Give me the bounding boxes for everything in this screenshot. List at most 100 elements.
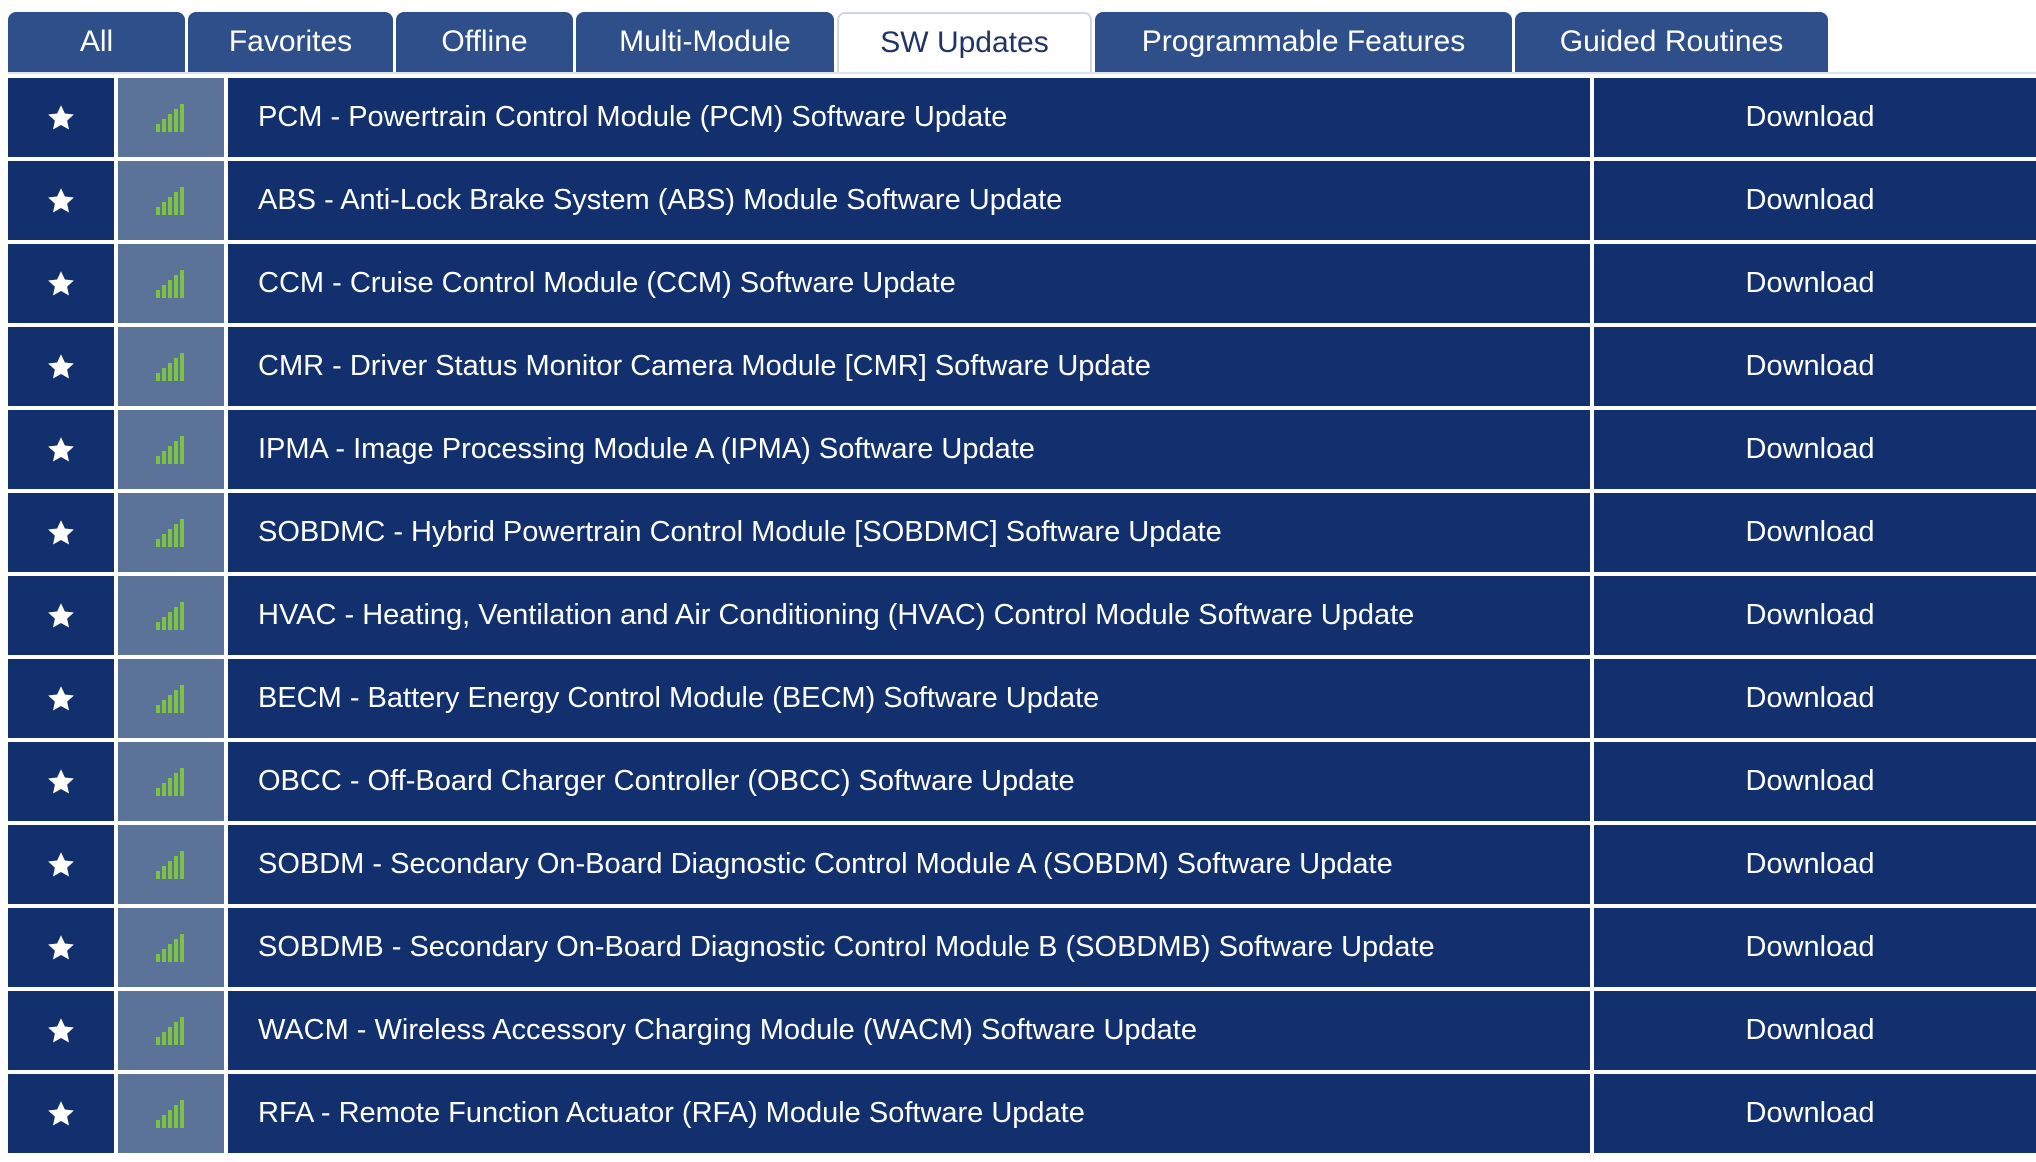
download-button[interactable]: Download [1594,991,2036,1070]
table-row[interactable]: CCM - Cruise Control Module (CCM) Softwa… [8,244,2036,323]
download-button[interactable]: Download [1594,908,2036,987]
connectivity-cell [118,493,224,572]
connectivity-cell [118,576,224,655]
download-button[interactable]: Download [1594,825,2036,904]
download-button[interactable]: Download [1594,576,2036,655]
favorite-toggle[interactable] [8,825,114,904]
star-icon [46,518,76,548]
table-row[interactable]: SOBDM - Secondary On-Board Diagnostic Co… [8,825,2036,904]
signal-strength-icon [156,1099,186,1128]
star-icon [46,103,76,133]
tab-programmable-features[interactable]: Programmable Features [1095,12,1512,72]
module-update-name: SOBDM - Secondary On-Board Diagnostic Co… [228,825,1590,904]
download-button[interactable]: Download [1594,742,2036,821]
module-update-name: RFA - Remote Function Actuator (RFA) Mod… [228,1074,1590,1153]
software-update-table: PCM - Powertrain Control Module (PCM) So… [8,78,2036,1157]
signal-strength-icon [156,269,186,298]
download-button[interactable]: Download [1594,659,2036,738]
connectivity-cell [118,410,224,489]
module-update-name: SOBDMC - Hybrid Powertrain Control Modul… [228,493,1590,572]
tab-all[interactable]: All [8,12,185,72]
tab-bar: All Favorites Offline Multi-Module SW Up… [8,12,1831,72]
table-row[interactable]: OBCC - Off-Board Charger Controller (OBC… [8,742,2036,821]
module-update-name: IPMA - Image Processing Module A (IPMA) … [228,410,1590,489]
connectivity-cell [118,991,224,1070]
star-icon [46,269,76,299]
table-row[interactable]: BECM - Battery Energy Control Module (BE… [8,659,2036,738]
star-icon [46,1016,76,1046]
download-button[interactable]: Download [1594,410,2036,489]
favorite-toggle[interactable] [8,742,114,821]
module-update-name: CCM - Cruise Control Module (CCM) Softwa… [228,244,1590,323]
favorite-toggle[interactable] [8,327,114,406]
favorite-toggle[interactable] [8,991,114,1070]
favorite-toggle[interactable] [8,493,114,572]
signal-strength-icon [156,352,186,381]
favorite-toggle[interactable] [8,1074,114,1153]
download-button[interactable]: Download [1594,161,2036,240]
signal-strength-icon [156,186,186,215]
connectivity-cell [118,1074,224,1153]
tab-sw-updates[interactable]: SW Updates [837,12,1092,72]
tab-guided-routines[interactable]: Guided Routines [1515,12,1828,72]
table-row[interactable]: PCM - Powertrain Control Module (PCM) So… [8,78,2036,157]
download-button[interactable]: Download [1594,327,2036,406]
favorite-toggle[interactable] [8,244,114,323]
tab-multi-module[interactable]: Multi-Module [576,12,834,72]
module-update-name: CMR - Driver Status Monitor Camera Modul… [228,327,1590,406]
favorite-toggle[interactable] [8,410,114,489]
module-update-name: BECM - Battery Energy Control Module (BE… [228,659,1590,738]
download-button[interactable]: Download [1594,78,2036,157]
star-icon [46,601,76,631]
table-row[interactable]: WACM - Wireless Accessory Charging Modul… [8,991,2036,1070]
download-button[interactable]: Download [1594,1074,2036,1153]
signal-strength-icon [156,1016,186,1045]
table-row[interactable]: IPMA - Image Processing Module A (IPMA) … [8,410,2036,489]
signal-strength-icon [156,518,186,547]
tab-favorites[interactable]: Favorites [188,12,393,72]
favorite-toggle[interactable] [8,576,114,655]
star-icon [46,933,76,963]
connectivity-cell [118,742,224,821]
star-icon [46,850,76,880]
table-row[interactable]: SOBDMC - Hybrid Powertrain Control Modul… [8,493,2036,572]
table-row[interactable]: CMR - Driver Status Monitor Camera Modul… [8,327,2036,406]
sw-updates-screen: All Favorites Offline Multi-Module SW Up… [0,0,2036,1162]
star-icon [46,1099,76,1129]
table-row[interactable]: ABS - Anti-Lock Brake System (ABS) Modul… [8,161,2036,240]
module-update-name: ABS - Anti-Lock Brake System (ABS) Modul… [228,161,1590,240]
table-row[interactable]: RFA - Remote Function Actuator (RFA) Mod… [8,1074,2036,1153]
favorite-toggle[interactable] [8,659,114,738]
star-icon [46,767,76,797]
signal-strength-icon [156,684,186,713]
module-update-name: OBCC - Off-Board Charger Controller (OBC… [228,742,1590,821]
module-update-name: HVAC - Heating, Ventilation and Air Cond… [228,576,1590,655]
connectivity-cell [118,825,224,904]
favorite-toggle[interactable] [8,161,114,240]
module-update-name: WACM - Wireless Accessory Charging Modul… [228,991,1590,1070]
connectivity-cell [118,908,224,987]
module-update-name: SOBDMB - Secondary On-Board Diagnostic C… [228,908,1590,987]
module-update-name: PCM - Powertrain Control Module (PCM) So… [228,78,1590,157]
connectivity-cell [118,659,224,738]
signal-strength-icon [156,933,186,962]
connectivity-cell [118,78,224,157]
star-icon [46,684,76,714]
star-icon [46,435,76,465]
signal-strength-icon [156,850,186,879]
download-button[interactable]: Download [1594,493,2036,572]
connectivity-cell [118,161,224,240]
signal-strength-icon [156,103,186,132]
tab-bar-divider [8,72,2036,74]
signal-strength-icon [156,767,186,796]
tab-offline[interactable]: Offline [396,12,573,72]
signal-strength-icon [156,435,186,464]
table-row[interactable]: SOBDMB - Secondary On-Board Diagnostic C… [8,908,2036,987]
download-button[interactable]: Download [1594,244,2036,323]
star-icon [46,186,76,216]
signal-strength-icon [156,601,186,630]
favorite-toggle[interactable] [8,908,114,987]
favorite-toggle[interactable] [8,78,114,157]
table-row[interactable]: HVAC - Heating, Ventilation and Air Cond… [8,576,2036,655]
star-icon [46,352,76,382]
